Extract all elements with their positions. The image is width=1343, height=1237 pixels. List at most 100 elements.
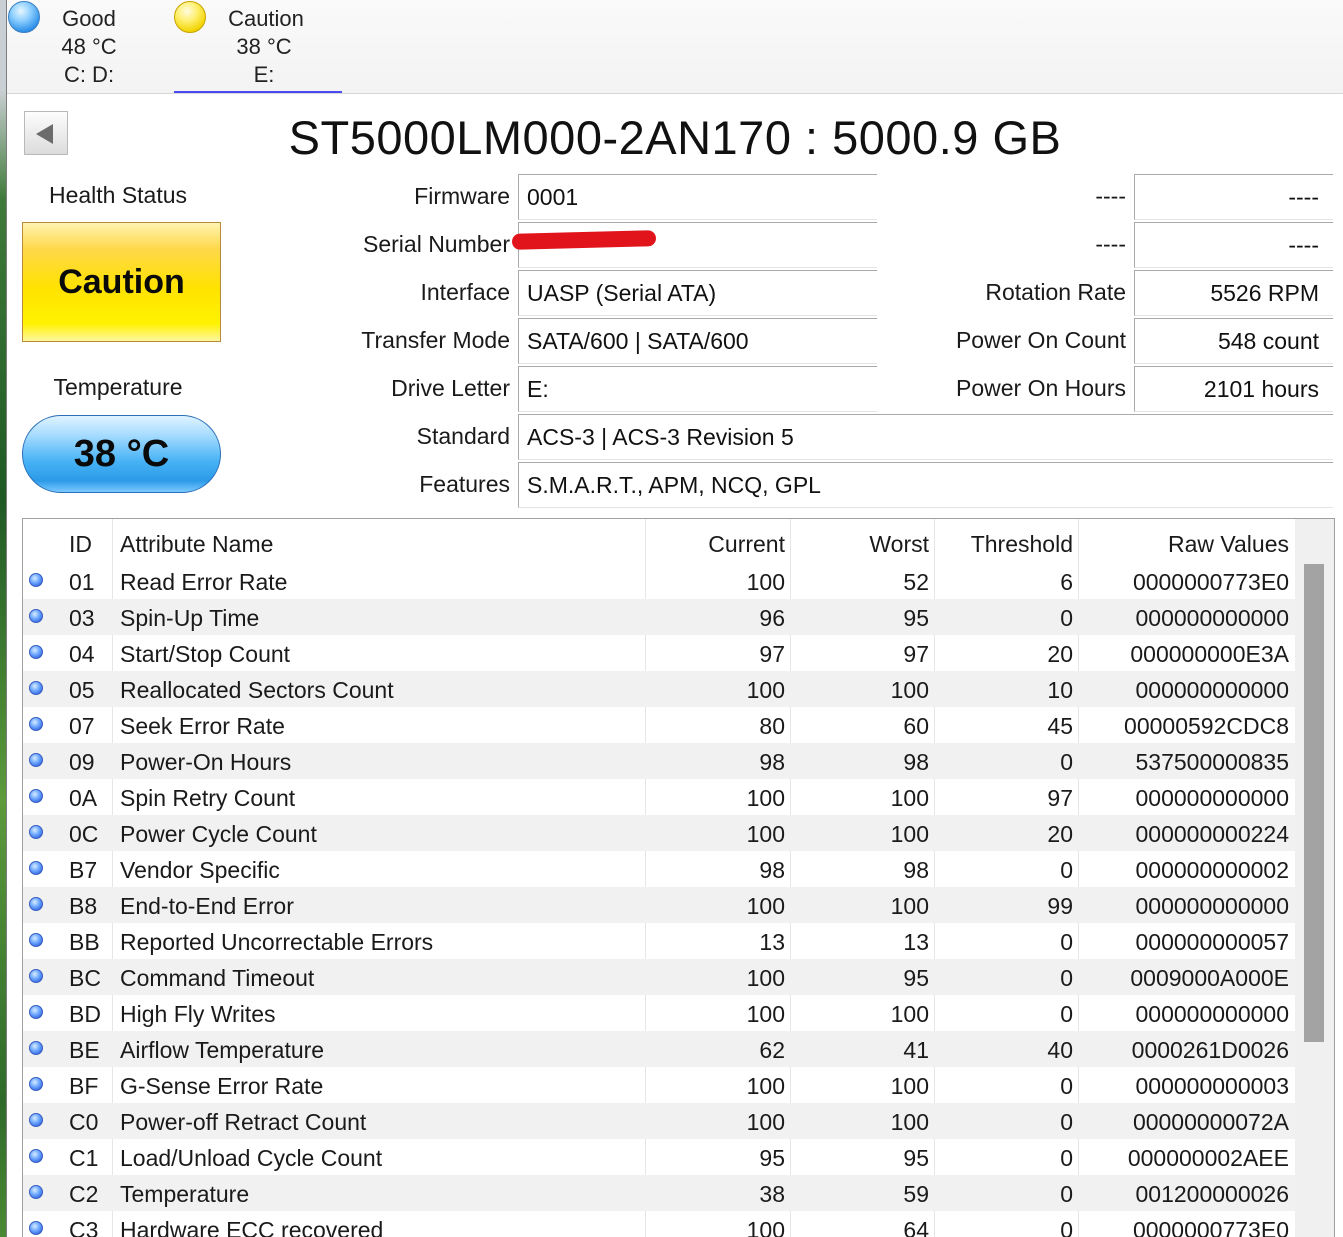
transfer-mode-label: Transfer Mode	[361, 327, 510, 353]
temperature-value: 38 °C	[73, 432, 170, 475]
cell-raw-value: 000000000057	[1135, 929, 1290, 955]
cell-worst: 59	[903, 1181, 929, 1207]
status-dot-icon	[29, 861, 43, 875]
table-row[interactable]: BE Airflow Temperature 62 41 40 0000261D0026	[23, 1031, 1295, 1067]
cell-threshold: 0	[1060, 857, 1073, 883]
header-raw-values[interactable]: Raw Values	[1079, 519, 1289, 569]
cell-attribute-name: Command Timeout	[120, 965, 315, 991]
transfer-mode-field: SATA/600 | SATA/600	[518, 318, 877, 364]
cell-raw-value: 00000000072A	[1132, 1109, 1289, 1135]
table-row[interactable]: B7 Vendor Specific 98 98 0 000000000002	[23, 851, 1295, 887]
drive-title: ST5000LM000-2AN170 : 5000.9 GB	[288, 111, 1062, 164]
cell-worst: 100	[890, 821, 929, 847]
header-current[interactable]: Current	[623, 519, 785, 569]
cell-id: B8	[69, 893, 98, 919]
cell-current: 100	[746, 893, 785, 919]
status-dot-icon	[29, 645, 43, 659]
cell-attribute-name: Temperature	[120, 1181, 250, 1207]
cell-id: 04	[69, 641, 95, 667]
table-row[interactable]: BF G-Sense Error Rate 100 100 0 000000000003	[23, 1067, 1295, 1103]
cell-id: B7	[69, 857, 98, 883]
drive-letter-label: Drive Letter	[391, 375, 510, 401]
table-row[interactable]: B8 End-to-End Error 100 100 99 000000000000	[23, 887, 1295, 923]
scrollbar-thumb[interactable]	[1304, 564, 1324, 1042]
table-header: ID Attribute Name Current Worst Threshol…	[23, 519, 1295, 563]
cell-worst: 100	[890, 1001, 929, 1027]
disk-status: Good	[62, 6, 116, 31]
table-row[interactable]: 09 Power-On Hours 98 98 0 537500000835	[23, 743, 1295, 779]
disk-letters: C: D:	[63, 62, 115, 87]
header-attribute-name[interactable]: Attribute Name	[120, 519, 273, 569]
header-id[interactable]: ID	[69, 519, 92, 569]
cell-threshold: 0	[1060, 1145, 1073, 1171]
temperature-button[interactable]: 38 °C	[22, 415, 221, 493]
table-row[interactable]: 0A Spin Retry Count 100 100 97 000000000000	[23, 779, 1295, 815]
power-on-count-field: 548 count	[1134, 318, 1333, 364]
header-worst[interactable]: Worst	[791, 519, 929, 569]
cell-raw-value: 001200000026	[1135, 1181, 1290, 1207]
header-threshold[interactable]: Threshold	[935, 519, 1073, 569]
table-row[interactable]: C3 Hardware ECC recovered 100 64 0 0000000773…	[23, 1211, 1295, 1237]
cell-raw-value: 0000261D0026	[1131, 1037, 1289, 1063]
cell-threshold: 97	[1047, 785, 1073, 811]
cell-current: 38	[759, 1181, 785, 1207]
cell-current: 100	[746, 677, 785, 703]
cell-raw-value: 000000000003	[1135, 1073, 1290, 1099]
cell-id: C1	[69, 1145, 99, 1171]
table-row[interactable]: C1 Load/Unload Cycle Count 95 95 0 000000002A…	[23, 1139, 1295, 1175]
disk-tab-good[interactable]: Good 48 °C C: D:	[7, 0, 175, 92]
cell-current: 62	[759, 1037, 785, 1063]
health-status-button[interactable]: Caution	[22, 222, 221, 342]
table-row[interactable]: 07 Seek Error Rate 80 60 45 00000592CDC8	[23, 707, 1295, 743]
table-row[interactable]: BD High Fly Writes 100 100 0 000000000000	[23, 995, 1295, 1031]
extra-label-2: ----	[1095, 231, 1126, 257]
cell-raw-value: 000000000000	[1135, 605, 1290, 631]
smart-attributes-table[interactable]: ID Attribute Name Current Worst Threshol…	[22, 518, 1335, 1237]
disk-tab-caution[interactable]: Caution 38 °C E:	[174, 0, 342, 92]
table-row[interactable]: C0 Power-off Retract Count 100 100 0 00000000…	[23, 1103, 1295, 1139]
disk-status: Caution	[228, 6, 304, 31]
table-row[interactable]: C2 Temperature 38 59 0 001200000026	[23, 1175, 1295, 1211]
cell-id: BE	[69, 1037, 100, 1063]
cell-threshold: 0	[1060, 1217, 1073, 1237]
blue-orb-icon	[8, 1, 40, 33]
table-body: 01 Read Error Rate 100 52 6 0000000773E0 03 Spi…	[23, 563, 1295, 1237]
cell-worst: 100	[890, 1109, 929, 1135]
disk-letters: E:	[253, 62, 275, 87]
table-row[interactable]: 0C Power Cycle Count 100 100 20 000000000224	[23, 815, 1295, 851]
table-row[interactable]: BB Reported Uncorrectable Errors 13 13 0 0000…	[23, 923, 1295, 959]
cell-id: 03	[69, 605, 95, 631]
cell-id: BB	[69, 929, 100, 955]
cell-threshold: 0	[1060, 965, 1073, 991]
table-row[interactable]: 05 Reallocated Sectors Count 100 100 10 00000…	[23, 671, 1295, 707]
cell-attribute-name: Reported Uncorrectable Errors	[120, 929, 434, 955]
status-dot-icon	[29, 1149, 43, 1163]
cell-worst: 60	[903, 713, 929, 739]
cell-id: BD	[69, 1001, 101, 1027]
cell-worst: 95	[903, 1145, 929, 1171]
table-row[interactable]: 04 Start/Stop Count 97 97 20 000000000E3A	[23, 635, 1295, 671]
cell-current: 95	[759, 1145, 785, 1171]
cell-worst: 95	[903, 605, 929, 631]
cell-attribute-name: Power-On Hours	[120, 749, 292, 775]
table-row[interactable]: BC Command Timeout 100 95 0 0009000A000E	[23, 959, 1295, 995]
status-dot-icon	[29, 969, 43, 983]
cell-attribute-name: G-Sense Error Rate	[120, 1073, 324, 1099]
status-dot-icon	[29, 789, 43, 803]
interface-label: Interface	[420, 279, 511, 305]
standard-field: ACS-3 | ACS-3 Revision 5	[518, 414, 1333, 460]
cell-threshold: 0	[1060, 1109, 1073, 1135]
features-label: Features	[419, 471, 510, 497]
cell-worst: 13	[903, 929, 929, 955]
table-row[interactable]: 01 Read Error Rate 100 52 6 0000000773E0	[23, 563, 1295, 599]
previous-disk-button[interactable]	[24, 111, 68, 155]
cell-attribute-name: Load/Unload Cycle Count	[120, 1145, 383, 1171]
status-dot-icon	[29, 717, 43, 731]
cell-attribute-name: Spin Retry Count	[120, 785, 296, 811]
cell-worst: 64	[903, 1217, 929, 1237]
power-on-hours-label: Power On Hours	[955, 375, 1126, 401]
table-row[interactable]: 03 Spin-Up Time 96 95 0 000000000000	[23, 599, 1295, 635]
cell-current: 100	[746, 821, 785, 847]
arrow-left-icon	[36, 124, 53, 144]
status-dot-icon	[29, 753, 43, 767]
